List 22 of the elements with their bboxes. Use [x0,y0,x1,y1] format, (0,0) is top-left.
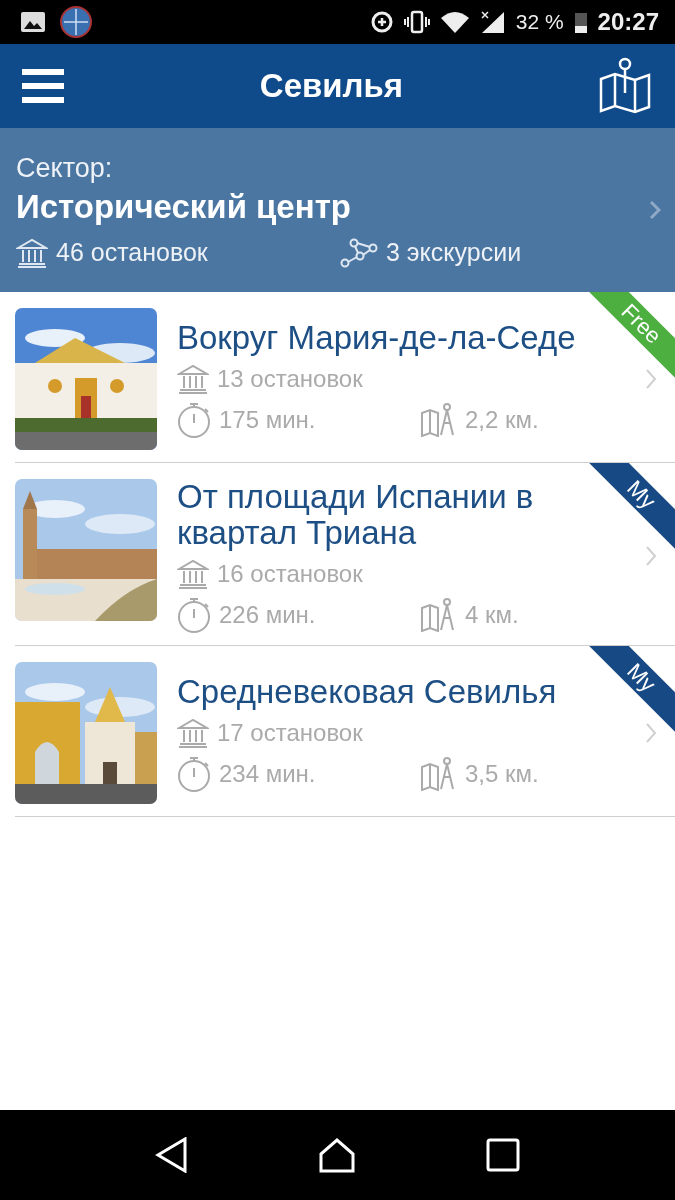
distance: 3,5 км. [465,760,539,788]
sector-label: Сектор: [16,152,114,184]
duration: 234 мин. [219,760,316,788]
stops-count: 13 остановок [217,365,363,393]
tours-count: 3 экскурсии [386,238,522,267]
tour-title: Средневековая Севилья [177,674,558,710]
app-title: Севилья [259,67,404,105]
stops-count: 46 остановок [56,238,208,267]
duration: 226 мин. [219,601,316,629]
sector-name: Исторический центр [16,187,352,226]
stops-count: 16 остановок [217,560,363,588]
stops-count: 17 остановок [217,719,363,747]
distance: 2,2 км. [465,406,539,434]
tour-title: От площади Испании в квартал Триана [177,479,535,551]
battery-percent: 32 % [515,10,564,34]
sector-panel[interactable]: Сектор: Исторический центр 46 остановок 3 экскурсии [0,128,675,292]
tour-title: Вокруг Мария-де-ла-Седе [177,320,577,356]
duration: 175 мин. [219,406,316,434]
tour-item[interactable]: От площади Испании в квартал Триана 16 остановок 226 мин. 4 км. My [15,463,675,646]
distance: 4 км. [465,601,519,629]
tour-item[interactable]: Средневековая Севилья 17 остановок 234 мин. 3,5 км. My [15,646,675,817]
clock: 20:27 [597,8,659,36]
